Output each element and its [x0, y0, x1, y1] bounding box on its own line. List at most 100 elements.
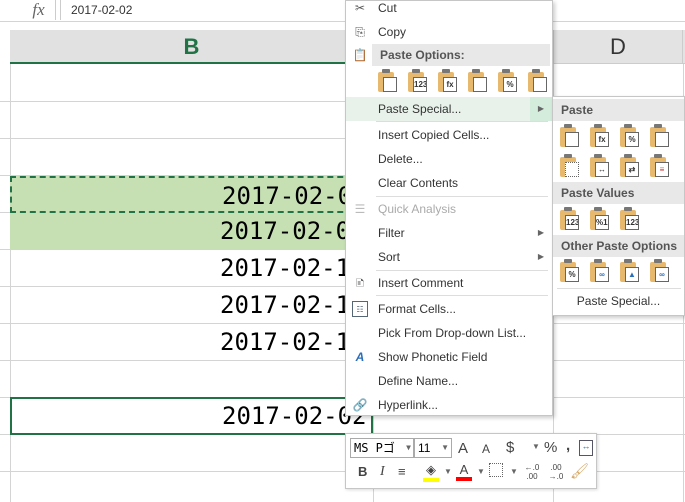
other-paste-options-header: Other Paste Options [553, 235, 684, 257]
formula-input[interactable]: 2017-02-02 [60, 0, 350, 20]
label: Pick From Drop-down List... [378, 326, 527, 340]
font-color-button[interactable]: A [456, 462, 472, 481]
label: Hyperlink... [378, 398, 439, 412]
paste-icon[interactable] [559, 124, 581, 148]
label: Insert Copied Cells... [378, 128, 490, 142]
paste-values-icon[interactable]: 123 [559, 207, 581, 231]
paste-formatting-icon[interactable]: % [559, 259, 581, 283]
menu-item-delete[interactable]: Delete... [346, 147, 552, 171]
paste-icon: 📋 [352, 48, 368, 62]
cell[interactable]: 2017-02-1 [10, 324, 373, 361]
paste-values-source-format-icon[interactable]: 123 [619, 207, 641, 231]
column-header-b[interactable]: B [10, 30, 373, 64]
wrap-text-icon[interactable]: ↔ [579, 440, 593, 456]
paste-link-icon[interactable] [527, 69, 549, 93]
fill-color-icon[interactable]: ◈ [423, 462, 439, 482]
quick-analysis-icon: ☰ [354, 202, 366, 216]
paste-values-icon[interactable]: 123 [407, 69, 429, 93]
paste-formatting-icon[interactable]: % [497, 69, 519, 93]
scissors-icon: ✂ [354, 1, 366, 15]
divider [376, 121, 548, 122]
column-header-d[interactable]: D [553, 30, 683, 64]
menu-item-define-name[interactable]: Define Name... [346, 369, 552, 393]
cell[interactable] [10, 361, 373, 398]
paste-icon[interactable] [377, 69, 399, 93]
paste-transpose-icon[interactable] [467, 69, 489, 93]
paste-keep-widths-icon[interactable]: ↔ [589, 154, 611, 178]
menu-item-pick-from-list[interactable]: Pick From Drop-down List... [346, 321, 552, 345]
font-name: MS Pゴ [354, 441, 395, 455]
format-painter-icon[interactable]: 🖌 [570, 462, 589, 480]
label: Filter [378, 226, 405, 240]
paste-keep-source-format-icon[interactable] [649, 124, 671, 148]
currency-button[interactable]: $ [506, 439, 514, 456]
divider [557, 288, 681, 289]
chevron-down-icon[interactable]: ▼ [532, 442, 540, 451]
label: Clear Contents [378, 176, 459, 190]
chevron-down-icon[interactable]: ▼ [510, 467, 518, 476]
paste-no-borders-icon[interactable] [559, 154, 581, 178]
chevron-down-icon[interactable]: ▼ [477, 467, 485, 476]
cell-copied[interactable]: 2017-02-0 [10, 176, 373, 213]
chevron-right-icon: ▶ [530, 97, 552, 121]
phonetic-icon: A [355, 350, 365, 364]
grow-font-button[interactable]: A [458, 440, 468, 457]
increase-decimal-button[interactable]: ←.0 .00 [522, 463, 542, 481]
label: Insert Comment [378, 276, 464, 290]
menu-item-hyperlink[interactable]: 🔗 Hyperlink... [346, 393, 552, 417]
paste-formulas-number-format-icon[interactable]: % [619, 124, 641, 148]
paste-values-number-format-icon[interactable]: %123 [589, 207, 611, 231]
label: Define Name... [378, 374, 459, 388]
chevron-down-icon[interactable]: ▼ [444, 467, 452, 476]
paste-header: Paste [553, 99, 684, 121]
label: Quick Analysis [378, 202, 457, 216]
label: Paste Special... [378, 102, 462, 116]
menu-item-cut[interactable]: ✂ Cut [346, 0, 552, 20]
menu-item-format-cells[interactable]: ☷ Format Cells... [346, 297, 552, 321]
decrease-decimal-button[interactable]: .00 →.0 [546, 463, 566, 481]
format-cells-icon: ☷ [352, 301, 368, 317]
label: Copy [378, 25, 407, 39]
menu-item-copy[interactable]: ⎘ Copy [346, 20, 552, 44]
label: Format Cells... [378, 302, 457, 316]
chevron-down-icon: ▼ [441, 443, 449, 452]
menu-item-insert-copied-cells[interactable]: Insert Copied Cells... [346, 123, 552, 147]
paste-link-icon[interactable]: ∞ [589, 259, 611, 283]
align-center-icon[interactable]: ≡ [398, 464, 406, 479]
borders-icon[interactable] [489, 463, 503, 477]
mini-toolbar: MS Pゴ ▼ 11 ▼ A A $ ▼ % , ↔ B I ≡ ◈ ▼ A ▼ ▼… [345, 433, 597, 489]
paste-linked-picture-icon[interactable]: ∞ [649, 259, 671, 283]
menu-item-insert-comment[interactable]: 🗈 Insert Comment [346, 271, 552, 295]
paste-formulas-icon[interactable]: fx [589, 124, 611, 148]
copy-icon: ⎘ [355, 25, 365, 39]
paste-merge-format-icon[interactable]: ≡ [649, 154, 671, 178]
chevron-down-icon: ▼ [406, 443, 411, 452]
font-size-select[interactable]: 11 ▼ [414, 438, 452, 458]
italic-button[interactable]: I [380, 464, 385, 480]
menu-item-filter[interactable]: Filter ▶ [346, 221, 552, 245]
paste-formulas-icon[interactable]: fx [437, 69, 459, 93]
active-cell[interactable]: 2017-02-02 [10, 397, 373, 435]
comma-button[interactable]: , [566, 437, 570, 454]
font-name-select[interactable]: MS Pゴ ▼ [350, 438, 414, 458]
cell[interactable]: 2017-02-1 [10, 250, 373, 287]
menu-item-paste-special[interactable]: Paste Special... ▶ [346, 97, 552, 121]
comment-icon: 🗈 [355, 276, 365, 290]
hyperlink-icon: 🔗 [352, 398, 368, 412]
menu-item-clear-contents[interactable]: Clear Contents [346, 171, 552, 195]
percent-button[interactable]: % [544, 439, 557, 456]
paste-transpose-icon[interactable]: ⇄ [619, 154, 641, 178]
bold-button[interactable]: B [358, 464, 367, 479]
paste-options-header: Paste Options: [372, 44, 550, 66]
cell[interactable]: 2017-02-0 [10, 213, 373, 250]
cell[interactable]: 2017-02-1 [10, 287, 373, 324]
chevron-right-icon: ▶ [537, 228, 544, 237]
fx-icon[interactable]: fx [22, 0, 56, 20]
label: Cut [378, 1, 397, 15]
shrink-font-button[interactable]: A [482, 442, 490, 456]
menu-item-sort[interactable]: Sort ▶ [346, 245, 552, 269]
paste-picture-icon[interactable]: ▲ [619, 259, 641, 283]
label: Sort [378, 250, 401, 264]
submenu-paste-special[interactable]: Paste Special... [553, 290, 684, 312]
menu-item-phonetic-field[interactable]: A Show Phonetic Field [346, 345, 552, 369]
